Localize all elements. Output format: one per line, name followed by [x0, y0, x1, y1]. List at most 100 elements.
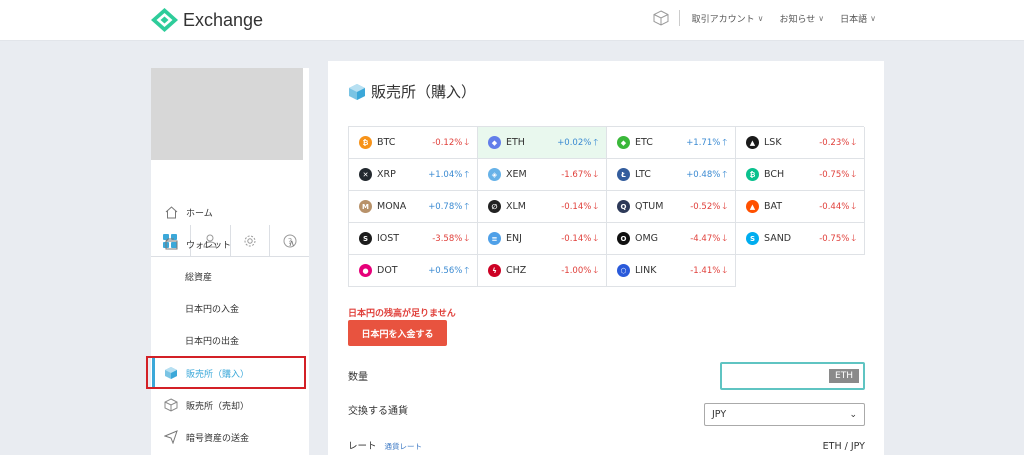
chevron-down-icon: ∨	[818, 13, 825, 23]
sidebar-item-wallet[interactable]: ウォレット ∧	[151, 229, 309, 259]
coin-cell-mona[interactable]: M MONA +0.78% 🡑	[349, 191, 478, 223]
cube-icon[interactable]	[653, 10, 669, 26]
arrow-up-icon: 🡑	[464, 201, 469, 212]
coin-cell-etc[interactable]: ◆ ETC +1.71% 🡑	[607, 127, 736, 159]
coin-change: -0.23%	[819, 137, 850, 148]
coin-cell-btc[interactable]: ₿ BTC -0.12% 🡓	[349, 127, 478, 159]
sidebar-item-sell[interactable]: 販売所（売却）	[151, 390, 309, 420]
coin-symbol: XEM	[506, 169, 527, 180]
menu-language-label: 日本語	[840, 14, 868, 25]
logo[interactable]: Exchange	[151, 8, 263, 32]
coin-change: +0.02%	[557, 137, 592, 148]
currency-label: 交換する通貨	[348, 406, 408, 417]
coin-change: -0.75%	[819, 233, 850, 244]
coin-change: -0.12%	[432, 137, 463, 148]
coin-symbol: LSK	[764, 137, 782, 148]
coin-cell-lsk[interactable]: ▲ LSK -0.23% 🡓	[736, 127, 865, 159]
coin-cell-xem[interactable]: ◈ XEM -1.67% 🡓	[478, 159, 607, 191]
coin-symbol: SAND	[764, 233, 792, 244]
arrow-down-icon: 🡓	[722, 201, 727, 212]
coin-change: +1.71%	[686, 137, 721, 148]
coin-cell-bat[interactable]: ▲ BAT -0.44% 🡓	[736, 191, 865, 223]
chz-icon: ϟ	[488, 264, 501, 277]
coin-cell-chz[interactable]: ϟ CHZ -1.00% 🡓	[478, 255, 607, 287]
quantity-input[interactable]: ETH	[720, 362, 865, 390]
eth-icon: ◆	[488, 136, 501, 149]
coin-cell-enj[interactable]: ≡ ENJ -0.14% 🡓	[478, 223, 607, 255]
chevron-down-icon: ∨	[870, 13, 876, 23]
arrow-down-icon: 🡓	[851, 201, 856, 212]
arrow-up-icon: 🡑	[722, 169, 727, 180]
arrow-up-icon: 🡑	[464, 265, 469, 276]
coin-change: -0.14%	[561, 233, 592, 244]
coin-symbol: BTC	[377, 137, 396, 148]
coin-change: -0.75%	[819, 169, 850, 180]
sidebar-item-home[interactable]: ホーム	[151, 197, 309, 227]
link-icon: ⬡	[617, 264, 630, 277]
coin-change: -3.58%	[432, 233, 463, 244]
chevron-up-icon[interactable]: ∧	[288, 239, 295, 249]
coin-cell-link[interactable]: ⬡ LINK -1.41% 🡓	[607, 255, 736, 287]
sidebar-item-label: 総資産	[185, 272, 213, 283]
qtum-icon: Q	[617, 200, 630, 213]
menu-account[interactable]: 取引アカウント ∨	[692, 12, 764, 25]
coin-cell-dot[interactable]: ● DOT +0.56% 🡑	[349, 255, 478, 287]
menu-language[interactable]: 日本語 ∨	[840, 12, 876, 25]
cube-icon	[349, 83, 365, 100]
coin-symbol: OMG	[635, 233, 659, 244]
sidebar-item-send-crypto[interactable]: 暗号資産の送金	[151, 422, 309, 452]
sidebar-item-label: 日本円の入金	[185, 304, 240, 315]
coin-symbol: XRP	[377, 169, 396, 180]
coin-change: -0.52%	[690, 201, 721, 212]
enj-icon: ≡	[488, 232, 501, 245]
coin-cell-omg[interactable]: O OMG -4.47% 🡓	[607, 223, 736, 255]
sidebar-item-total-assets[interactable]: 総資産	[151, 261, 309, 291]
coin-cell-xlm[interactable]: ∅ XLM -0.14% 🡓	[478, 191, 607, 223]
arrow-down-icon: 🡓	[593, 233, 598, 244]
mona-icon: M	[359, 200, 372, 213]
currency-select[interactable]: JPY ⌄	[704, 403, 865, 426]
sidebar-item-label: 暗号資産の送金	[186, 433, 250, 444]
coin-cell-qtum[interactable]: Q QTUM -0.52% 🡓	[607, 191, 736, 223]
coin-symbol: ETH	[506, 137, 525, 148]
account-info-placeholder	[151, 68, 303, 160]
coin-cell-ltc[interactable]: Ł LTC +0.48% 🡑	[607, 159, 736, 191]
coin-symbol: CHZ	[506, 265, 527, 276]
ltc-icon: Ł	[617, 168, 630, 181]
etc-icon: ◆	[617, 136, 630, 149]
top-bar: Exchange 取引アカウント ∨ お知らせ ∨ 日本語 ∨	[0, 0, 1024, 41]
arrow-down-icon: 🡓	[593, 169, 598, 180]
home-icon	[163, 204, 179, 220]
coin-cell-xrp[interactable]: ✕ XRP +1.04% 🡑	[349, 159, 478, 191]
deposit-jpy-button[interactable]: 日本円を入金する	[348, 320, 447, 346]
coin-cell-sand[interactable]: S SAND -0.75% 🡓	[736, 223, 865, 255]
rate-row: レート 通貨レート ETH / JPY	[348, 438, 865, 452]
coin-change: -1.41%	[690, 265, 721, 276]
coin-symbol: QTUM	[635, 201, 664, 212]
bat-icon: ▲	[746, 200, 759, 213]
sidebar-item-jpy-withdraw[interactable]: 日本円の出金	[151, 325, 309, 355]
arrow-down-icon: 🡓	[851, 233, 856, 244]
balance-warning: 日本円の残高が足りません	[348, 309, 456, 319]
coin-symbol: BAT	[764, 201, 783, 212]
cube-outline-icon	[163, 397, 179, 413]
arrow-down-icon: 🡓	[593, 265, 598, 276]
coin-change: -0.14%	[561, 201, 592, 212]
coin-symbol: BCH	[764, 169, 785, 180]
coin-change: +0.78%	[428, 201, 463, 212]
sidebar-item-jpy-deposit[interactable]: 日本円の入金	[151, 293, 309, 323]
coin-change: +0.56%	[428, 265, 463, 276]
menu-news[interactable]: お知らせ ∨	[779, 12, 824, 25]
coin-cell-bch[interactable]: ₿ BCH -0.75% 🡓	[736, 159, 865, 191]
page-title-text: 販売所（購入）	[371, 83, 477, 101]
coin-cell-iost[interactable]: S IOST -3.58% 🡓	[349, 223, 478, 255]
coin-symbol: MONA	[377, 201, 407, 212]
coin-cell-eth[interactable]: ◆ ETH +0.02% 🡑	[478, 127, 607, 159]
divider	[678, 10, 680, 26]
page-title: 販売所（購入）	[348, 81, 476, 102]
rate-label: レート	[348, 441, 377, 452]
app-name: Exchange	[183, 9, 264, 30]
lsk-icon: ▲	[746, 136, 759, 149]
rate-link[interactable]: 通貨レート	[385, 441, 423, 452]
coin-symbol: DOT	[377, 265, 398, 276]
